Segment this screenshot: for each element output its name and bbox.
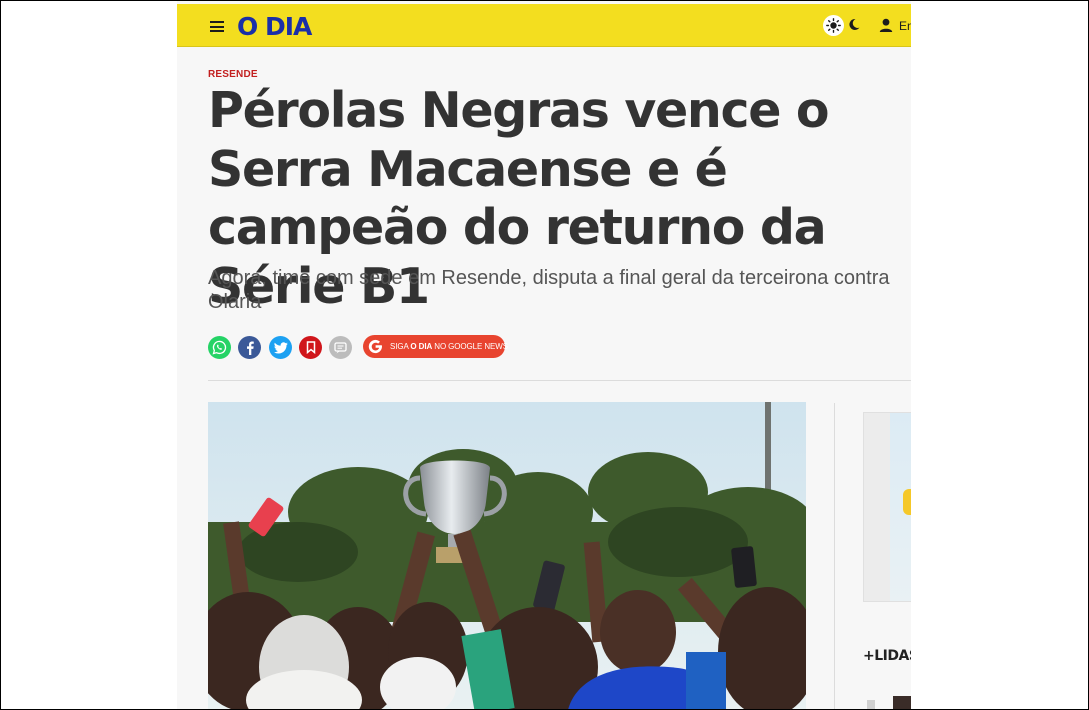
most-read-item[interactable] (863, 694, 911, 710)
site-header: O DIA En (177, 4, 911, 47)
page-viewport: O DIA En RESENDE Pérolas Negras vence o … (177, 0, 911, 710)
article-subtitle: Agora, time com sede em Resende, disputa… (208, 267, 890, 313)
rank-marker (867, 700, 875, 710)
ad-badge (903, 489, 911, 515)
most-read-heading: +LIDAS (863, 648, 911, 664)
article-photo[interactable] (208, 402, 806, 710)
divider (208, 380, 911, 381)
google-news-label: SIGA O DIA NO GOOGLE NEWS (390, 342, 508, 351)
facebook-icon[interactable] (238, 336, 261, 359)
most-read-thumbnail (893, 696, 911, 710)
dark-mode-icon[interactable] (848, 18, 860, 36)
google-icon (368, 339, 383, 354)
site-logo[interactable]: O DIA (237, 12, 312, 41)
advertisement[interactable] (863, 412, 911, 602)
twitter-icon[interactable] (269, 336, 292, 359)
login-link[interactable]: En (899, 19, 911, 33)
user-icon[interactable] (879, 18, 893, 38)
light-mode-icon[interactable] (823, 15, 844, 36)
article-category[interactable]: RESENDE (208, 69, 258, 80)
column-divider (834, 403, 835, 710)
menu-icon[interactable] (210, 21, 224, 32)
comments-icon[interactable] (329, 336, 352, 359)
google-news-button[interactable]: SIGA O DIA NO GOOGLE NEWS (363, 335, 508, 358)
bookmark-icon[interactable] (299, 336, 322, 359)
whatsapp-icon[interactable] (208, 336, 231, 359)
